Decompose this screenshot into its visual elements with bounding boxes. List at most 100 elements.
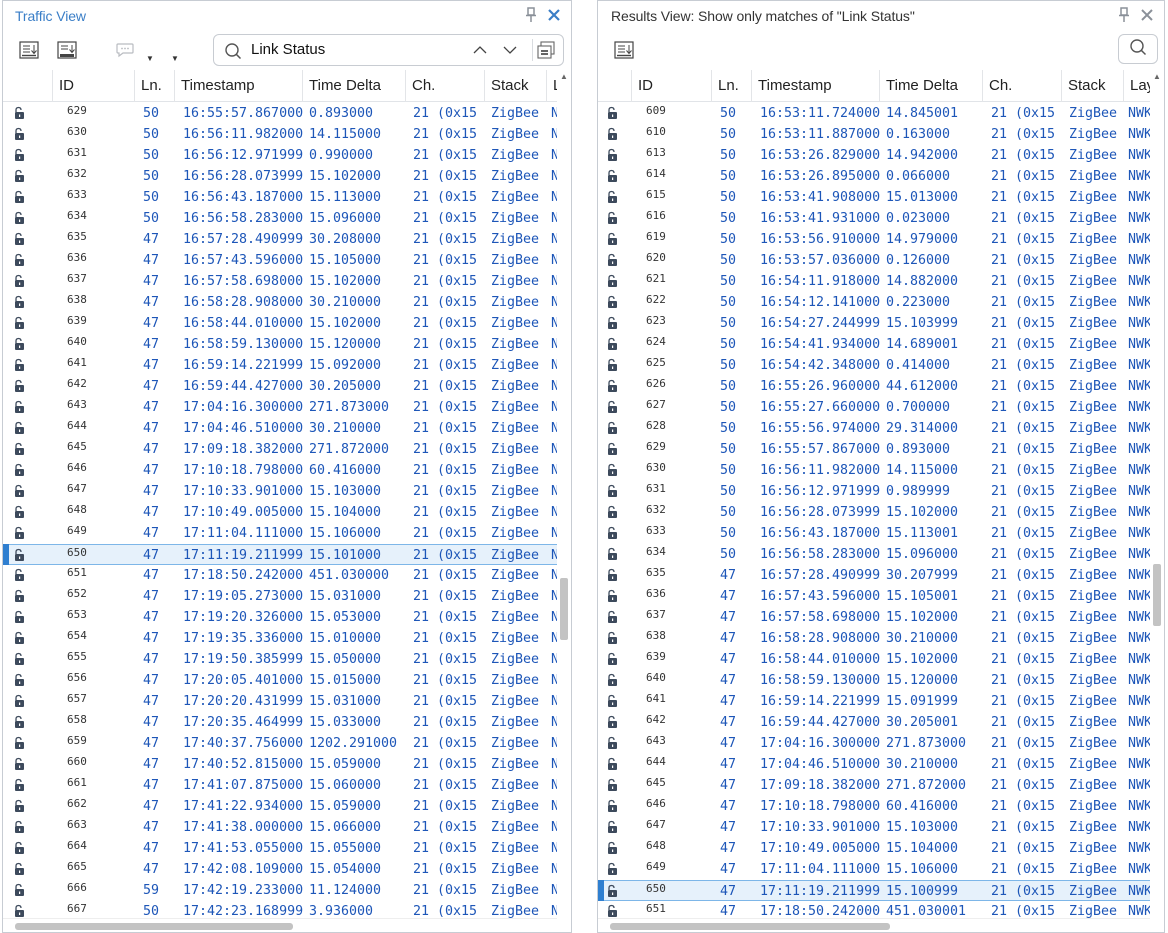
table-row[interactable]: 648 47 17:10:49.005000 15.104000 21 (0x15 Zig… xyxy=(3,502,557,523)
column-header[interactable]: Time Delta xyxy=(303,70,406,102)
column-header[interactable]: Ch. xyxy=(406,70,485,102)
chevron-up-icon[interactable] xyxy=(472,42,488,63)
table-row[interactable]: 661 47 17:41:07.875000 15.060000 21 (0x15 Zig… xyxy=(3,775,557,796)
column-header[interactable]: Ln. xyxy=(712,70,752,102)
table-row[interactable]: 635 47 16:57:28.490999 30.208000 21 (0x15 Zig… xyxy=(3,229,557,250)
table-row[interactable]: 619 50 16:53:56.910000 14.979000 21 (0x15 Zig… xyxy=(598,229,1150,250)
scroll-thumb[interactable] xyxy=(15,923,293,930)
chevron-down-icon[interactable]: ▼ xyxy=(146,54,154,63)
close-icon[interactable] xyxy=(547,8,561,22)
column-header[interactable]: Ch. xyxy=(983,70,1062,102)
column-header[interactable]: Stack xyxy=(1062,70,1124,102)
table-row[interactable]: 632 50 16:56:28.073999 15.102000 21 (0x15 Zig… xyxy=(598,502,1150,523)
table-row[interactable]: 666 59 17:42:19.233000 11.124000 21 (0x15 Zig… xyxy=(3,880,557,901)
show-results-icon[interactable] xyxy=(536,41,556,64)
scroll-to-end-icon[interactable] xyxy=(612,38,636,62)
scroll-up-icon[interactable]: ▲ xyxy=(1153,72,1161,81)
table-row[interactable]: 662 47 17:41:22.934000 15.059000 21 (0x15 Zig… xyxy=(3,796,557,817)
table-row[interactable]: 616 50 16:53:41.931000 0.023000 21 (0x15 ZigB… xyxy=(598,208,1150,229)
horizontal-scrollbar[interactable] xyxy=(3,918,557,932)
vertical-scrollbar[interactable]: ▲ xyxy=(557,70,571,918)
column-header[interactable]: Lay xyxy=(1124,70,1150,102)
column-header[interactable]: Time Delta xyxy=(880,70,983,102)
table-row[interactable]: 614 50 16:53:26.895000 0.066000 21 (0x15 ZigB… xyxy=(598,166,1150,187)
table-row[interactable]: 665 47 17:42:08.109000 15.054000 21 (0x15 Zig… xyxy=(3,859,557,880)
table-row[interactable]: 638 47 16:58:28.908000 30.210000 21 (0x15 Zig… xyxy=(3,292,557,313)
horizontal-scrollbar[interactable] xyxy=(598,918,1150,932)
column-header-icon[interactable] xyxy=(598,70,632,102)
table-row[interactable]: 646 47 17:10:18.798000 60.416000 21 (0x15 Zig… xyxy=(3,460,557,481)
table-row[interactable]: 628 50 16:55:56.974000 29.314000 21 (0x15 Zig… xyxy=(598,418,1150,439)
table-row[interactable]: 652 47 17:19:05.273000 15.031000 21 (0x15 Zig… xyxy=(3,586,557,607)
table-row[interactable]: 637 47 16:57:58.698000 15.102000 21 (0x15 Zig… xyxy=(598,607,1150,628)
column-header[interactable]: L xyxy=(547,70,557,102)
chevron-down-icon[interactable]: ▼ xyxy=(171,54,179,63)
table-row[interactable]: 626 50 16:55:26.960000 44.612000 21 (0x15 Zig… xyxy=(598,376,1150,397)
table-row[interactable]: 642 47 16:59:44.427000 30.205001 21 (0x15 Zig… xyxy=(598,712,1150,733)
table-row[interactable]: 633 50 16:56:43.187000 15.113001 21 (0x15 Zig… xyxy=(598,523,1150,544)
column-header[interactable]: Timestamp xyxy=(752,70,880,102)
table-row[interactable]: 629 50 16:55:57.867000 0.893000 21 (0x15 ZigB… xyxy=(3,103,557,124)
table-row[interactable]: 657 47 17:20:20.431999 15.031000 21 (0x15 Zig… xyxy=(3,691,557,712)
table-row[interactable]: 634 50 16:56:58.283000 15.096000 21 (0x15 Zig… xyxy=(3,208,557,229)
scroll-thumb[interactable] xyxy=(1153,564,1161,626)
search-button[interactable] xyxy=(1118,34,1158,64)
table-row[interactable]: 655 47 17:19:50.385999 15.050000 21 (0x15 Zig… xyxy=(3,649,557,670)
table-row[interactable]: 651 47 17:18:50.242000 451.030001 21 (0x15 Zi… xyxy=(598,901,1150,918)
scroll-thumb[interactable] xyxy=(610,923,890,930)
table-row[interactable]: 646 47 17:10:18.798000 60.416000 21 (0x15 Zig… xyxy=(598,796,1150,817)
table-row[interactable]: 613 50 16:53:26.829000 14.942000 21 (0x15 Zig… xyxy=(598,145,1150,166)
table-row[interactable]: 630 50 16:56:11.982000 14.115000 21 (0x15 Zig… xyxy=(3,124,557,145)
table-row[interactable]: 664 47 17:41:53.055000 15.055000 21 (0x15 Zig… xyxy=(3,838,557,859)
table-row[interactable]: 629 50 16:55:57.867000 0.893000 21 (0x15 ZigB… xyxy=(598,439,1150,460)
table-row[interactable]: 622 50 16:54:12.141000 0.223000 21 (0x15 ZigB… xyxy=(598,292,1150,313)
column-header[interactable]: ID xyxy=(53,70,135,102)
pin-icon[interactable] xyxy=(525,7,537,23)
table-row[interactable]: 647 47 17:10:33.901000 15.103000 21 (0x15 Zig… xyxy=(3,481,557,502)
pin-icon[interactable] xyxy=(1118,7,1130,23)
table-row[interactable]: 663 47 17:41:38.000000 15.066000 21 (0x15 Zig… xyxy=(3,817,557,838)
table-row[interactable]: 642 47 16:59:44.427000 30.205000 21 (0x15 Zig… xyxy=(3,376,557,397)
auto-scroll-icon[interactable] xyxy=(55,38,79,62)
search-input[interactable] xyxy=(251,41,451,58)
table-row[interactable]: 641 47 16:59:14.221999 15.092000 21 (0x15 Zig… xyxy=(3,355,557,376)
table-row[interactable]: 640 47 16:58:59.130000 15.120000 21 (0x15 Zig… xyxy=(598,670,1150,691)
table-row[interactable]: 621 50 16:54:11.918000 14.882000 21 (0x15 Zig… xyxy=(598,271,1150,292)
table-row[interactable]: 630 50 16:56:11.982000 14.115000 21 (0x15 Zig… xyxy=(598,460,1150,481)
table-row[interactable]: 635 47 16:57:28.490999 30.207999 21 (0x15 Zig… xyxy=(598,565,1150,586)
table-row[interactable]: 653 47 17:19:20.326000 15.053000 21 (0x15 Zig… xyxy=(3,607,557,628)
results-table[interactable]: IDLn.TimestampTime DeltaCh.StackLay 609 5… xyxy=(598,70,1150,918)
table-row[interactable]: 623 50 16:54:27.244999 15.103999 21 (0x15 Zig… xyxy=(598,313,1150,334)
scroll-thumb[interactable] xyxy=(560,578,568,640)
scroll-up-icon[interactable]: ▲ xyxy=(560,72,568,81)
table-row[interactable]: 641 47 16:59:14.221999 15.091999 21 (0x15 Zig… xyxy=(598,691,1150,712)
table-row[interactable]: 659 47 17:40:37.756000 1202.291000 21 (0x15 Z… xyxy=(3,733,557,754)
table-row[interactable]: 650 47 17:11:19.211999 15.100999 21 (0x15 Zig… xyxy=(598,880,1150,901)
table-row[interactable]: 656 47 17:20:05.401000 15.015000 21 (0x15 Zig… xyxy=(3,670,557,691)
table-row[interactable]: 636 47 16:57:43.596000 15.105001 21 (0x15 Zig… xyxy=(598,586,1150,607)
comment-icon[interactable] xyxy=(113,38,137,62)
table-row[interactable]: 620 50 16:53:57.036000 0.126000 21 (0x15 ZigB… xyxy=(598,250,1150,271)
table-row[interactable]: 639 47 16:58:44.010000 15.102000 21 (0x15 Zig… xyxy=(3,313,557,334)
table-row[interactable]: 667 50 17:42:23.168999 3.936000 21 (0x15 ZigB… xyxy=(3,901,557,918)
table-row[interactable]: 654 47 17:19:35.336000 15.010000 21 (0x15 Zig… xyxy=(3,628,557,649)
table-row[interactable]: 645 47 17:09:18.382000 271.872000 21 (0x15 Zi… xyxy=(598,775,1150,796)
table-row[interactable]: 658 47 17:20:35.464999 15.033000 21 (0x15 Zig… xyxy=(3,712,557,733)
table-row[interactable]: 644 47 17:04:46.510000 30.210000 21 (0x15 Zig… xyxy=(3,418,557,439)
table-row[interactable]: 624 50 16:54:41.934000 14.689001 21 (0x15 Zig… xyxy=(598,334,1150,355)
table-row[interactable]: 636 47 16:57:43.596000 15.105000 21 (0x15 Zig… xyxy=(3,250,557,271)
table-row[interactable]: 650 47 17:11:19.211999 15.101000 21 (0x15 Zig… xyxy=(3,544,557,565)
table-row[interactable]: 610 50 16:53:11.887000 0.163000 21 (0x15 ZigB… xyxy=(598,124,1150,145)
chevron-down-icon[interactable] xyxy=(502,42,518,63)
table-row[interactable]: 625 50 16:54:42.348000 0.414000 21 (0x15 ZigB… xyxy=(598,355,1150,376)
close-icon[interactable] xyxy=(1140,8,1154,22)
column-header[interactable]: ID xyxy=(632,70,712,102)
table-row[interactable]: 660 47 17:40:52.815000 15.059000 21 (0x15 Zig… xyxy=(3,754,557,775)
table-row[interactable]: 647 47 17:10:33.901000 15.103000 21 (0x15 Zig… xyxy=(598,817,1150,838)
table-row[interactable]: 644 47 17:04:46.510000 30.210000 21 (0x15 Zig… xyxy=(598,754,1150,775)
table-row[interactable]: 648 47 17:10:49.005000 15.104000 21 (0x15 Zig… xyxy=(598,838,1150,859)
table-row[interactable]: 638 47 16:58:28.908000 30.210000 21 (0x15 Zig… xyxy=(598,628,1150,649)
column-header[interactable]: Stack xyxy=(485,70,547,102)
table-row[interactable]: 649 47 17:11:04.111000 15.106000 21 (0x15 Zig… xyxy=(3,523,557,544)
table-row[interactable]: 631 50 16:56:12.971999 0.990000 21 (0x15 ZigB… xyxy=(3,145,557,166)
